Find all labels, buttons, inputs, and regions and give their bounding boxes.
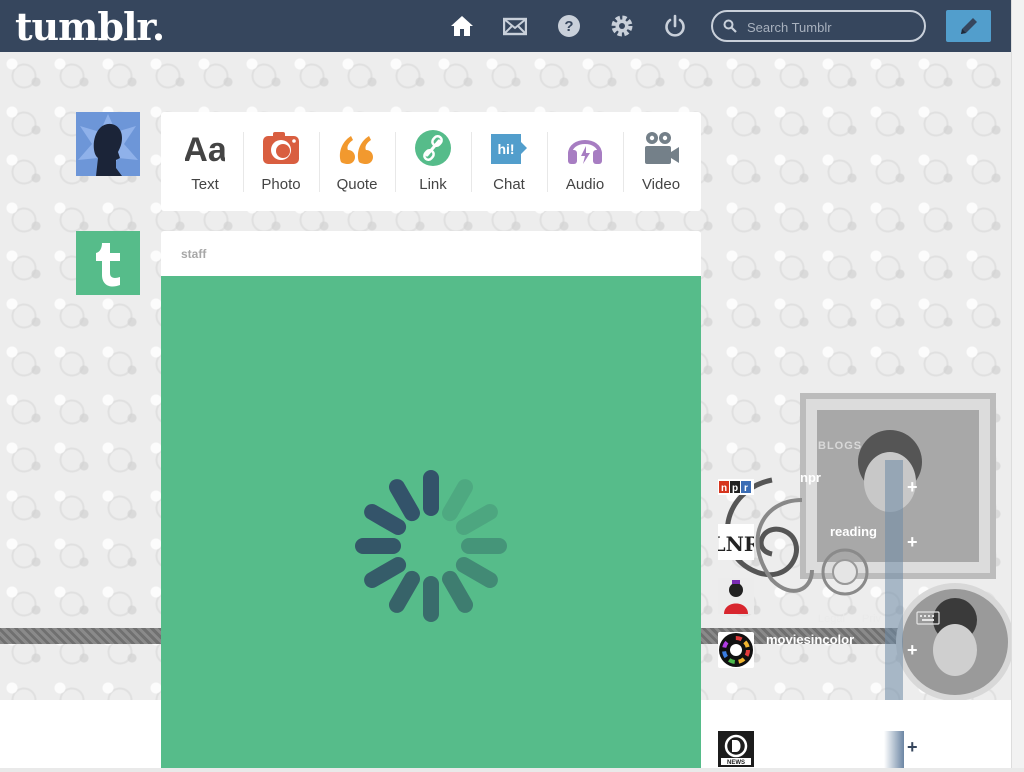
svg-text:?: ? [564,18,573,35]
post-media-area[interactable] [161,276,701,768]
blog-avatar-moviesincolor[interactable] [718,632,754,668]
sidebar-gradient-bar [884,731,904,768]
post-type-selector: Aa Text Photo Quote Link hi! Chat Audio … [161,112,701,211]
post-type-photo[interactable]: Photo [243,112,319,211]
loading-spinner-icon [341,456,521,636]
post-header: staff [161,231,701,276]
post-type-chat[interactable]: hi! Chat [471,112,547,211]
svg-text:hi!: hi! [497,141,514,157]
blog-avatar-npr[interactable]: n p r [718,479,754,495]
mail-icon[interactable] [502,14,528,38]
post-author-name[interactable]: staff [181,247,206,261]
post-type-video[interactable]: Video [623,112,699,211]
power-icon[interactable] [663,14,687,38]
blog-background-photo [795,392,1014,701]
post-type-link[interactable]: Link [395,112,471,211]
link-icon [413,128,453,168]
chat-icon: hi! [489,128,529,168]
search-input[interactable] [745,17,919,37]
svg-text:NEWS: NEWS [727,760,745,766]
svg-text:Aa: Aa [185,131,225,168]
search-icon [723,19,737,38]
keyboard-icon[interactable] [916,611,940,630]
quote-icon [337,128,377,168]
video-camera-icon [641,128,681,168]
svg-text:r: r [744,483,748,494]
blog-name-reading[interactable]: reading [830,524,877,539]
follow-plus-icon[interactable]: + [907,532,918,553]
text-aa-icon: Aa [183,128,228,169]
gear-icon[interactable] [610,14,634,38]
post-type-quote[interactable]: Quote [319,112,395,211]
blog-avatar-discovery-news[interactable]: NEWS [718,731,754,767]
follow-plus-icon[interactable]: + [907,737,918,758]
dashboard-post: staff [161,231,701,768]
sidebar-heading: BLOGS [818,440,863,452]
blog-avatar-lnr[interactable]: LNR [712,524,761,560]
follow-plus-icon[interactable]: + [907,640,918,661]
camera-icon [261,128,301,168]
staff-avatar[interactable] [76,231,140,295]
home-icon[interactable] [450,14,474,38]
svg-text:LNR: LNR [718,532,754,556]
pencil-icon [958,15,980,42]
footer-privacy-link[interactable]: Priv [862,613,881,625]
footer-legal-link[interactable]: Legal [818,613,845,625]
top-navigation-bar: tumblr. ? [0,0,1011,52]
compose-button[interactable] [946,10,991,42]
svg-text:n: n [721,483,727,494]
blog-name-npr[interactable]: npr [800,470,821,485]
help-icon[interactable]: ? [557,14,581,38]
follow-plus-icon[interactable]: + [907,477,918,498]
blog-name-moviesincolor[interactable]: moviesincolor [766,632,854,647]
page-scrollbar[interactable] [1011,0,1024,768]
user-avatar[interactable] [76,112,140,176]
post-type-text[interactable]: Aa Text [167,112,243,211]
svg-text:p: p [732,483,738,494]
tumblr-logo[interactable]: tumblr. [15,4,165,49]
headphones-icon [565,128,605,168]
search-box[interactable] [711,10,926,42]
blog-avatar-red-hoodie[interactable] [718,578,754,614]
post-type-audio[interactable]: Audio [547,112,623,211]
